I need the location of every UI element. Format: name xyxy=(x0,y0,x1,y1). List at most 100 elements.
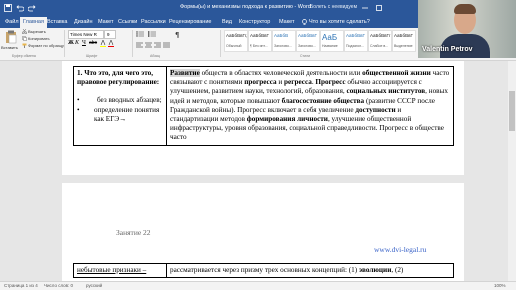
cut-button[interactable]: Вырезать xyxy=(28,29,46,34)
bullets-icon[interactable] xyxy=(136,31,144,37)
show-formatting-icon[interactable]: ¶ xyxy=(175,31,181,38)
font-size-select[interactable]: 9 xyxy=(104,30,116,39)
content-table: 1. Что это, для чего это, правовое регул… xyxy=(73,66,454,146)
tab-insert[interactable]: Вставка xyxy=(44,17,70,28)
save-icon[interactable] xyxy=(4,4,12,12)
word-count[interactable]: Число слов: 0 xyxy=(44,283,73,288)
cell-text: небытовые признаки – xyxy=(77,266,147,274)
tab-view[interactable]: Вид xyxy=(219,17,235,28)
page: Занятие 22 www.dvi-legal.ru небытовые пр… xyxy=(62,183,464,281)
language-indicator[interactable]: русский xyxy=(86,283,102,288)
bold-term: Развитие xyxy=(170,69,200,77)
bold-button[interactable]: Ж xyxy=(68,40,74,46)
tab-review[interactable]: Рецензирование xyxy=(166,17,214,28)
text-run: , (2) xyxy=(391,266,404,274)
tab-mailings[interactable]: Рассылки xyxy=(138,17,169,28)
tell-me-search[interactable]: Что вы хотите сделать? xyxy=(306,17,373,28)
style-item[interactable]: АаБбВвГ ¶ Без инт... xyxy=(248,30,272,52)
strikethrough-button[interactable]: abc xyxy=(89,40,97,46)
style-preview: АаБбВ xyxy=(274,33,289,38)
content-table: небытовые признаки – рассматривается чер… xyxy=(73,262,454,279)
separator xyxy=(132,30,133,57)
scrollbar-thumb[interactable] xyxy=(509,91,515,131)
align-left-icon[interactable] xyxy=(136,42,143,48)
document-area[interactable]: 1. Что это, для чего это, правовое регул… xyxy=(0,61,516,281)
minimize-icon[interactable] xyxy=(362,5,368,11)
bold-term: формирования личности xyxy=(246,115,328,124)
bold-term: регресса xyxy=(284,78,312,87)
style-item[interactable]: АаБбВвГг, Обычный xyxy=(224,30,248,52)
bullet-text: определение понятия как ЕГЭ→ xyxy=(93,105,160,123)
bold-term: Прогресс xyxy=(315,78,346,87)
style-preview: АаБбВвГ xyxy=(250,33,269,38)
style-preview: АаБбВвГ xyxy=(394,33,413,38)
tab-table-design[interactable]: Конструктор xyxy=(236,17,273,28)
undo-icon[interactable] xyxy=(16,4,24,12)
format-painter-icon xyxy=(22,43,27,48)
clipboard-group-label: Буфер обмена xyxy=(12,54,36,58)
account-text: Болеть с неевидуем xyxy=(310,4,358,10)
page: 1. Что это, для чего это, правовое регул… xyxy=(62,61,464,175)
underline-button[interactable]: Ч xyxy=(82,40,86,46)
tab-design[interactable]: Дизайн xyxy=(71,17,96,28)
style-item[interactable]: АаБбВвГ Выделение xyxy=(392,30,416,52)
italic-button[interactable]: К xyxy=(75,40,79,46)
justify-icon[interactable] xyxy=(163,42,170,48)
style-item[interactable]: АаБбВвГ Подзагол... xyxy=(344,30,368,52)
copy-button[interactable]: Копировать xyxy=(28,36,50,41)
bold-term: социальных институтов xyxy=(346,87,426,96)
style-item[interactable]: АаБ Название xyxy=(320,30,344,52)
zoom-level[interactable]: 100% xyxy=(494,283,506,288)
text-highlight-icon[interactable] xyxy=(100,40,106,47)
style-label: Обычный xyxy=(226,44,242,48)
style-label: Заголово... xyxy=(298,44,316,48)
style-label: Подзагол... xyxy=(346,44,365,48)
tab-references[interactable]: Ссылки xyxy=(115,17,140,28)
bold-term: благосостояние общества xyxy=(281,96,365,105)
numbering-icon[interactable] xyxy=(148,31,156,37)
text-run: и xyxy=(276,78,285,87)
scissors-icon xyxy=(22,29,27,34)
tab-file[interactable]: Файл xyxy=(2,17,22,28)
website-link[interactable]: www.dvi-legal.ru xyxy=(374,245,426,254)
redo-icon[interactable] xyxy=(28,4,36,12)
table-cell-right[interactable]: рассматривается через призму трех основн… xyxy=(166,262,454,279)
paste-icon[interactable] xyxy=(4,30,18,44)
table-cell-left[interactable]: небытовые признаки – xyxy=(73,262,167,279)
paste-button[interactable]: Вставить xyxy=(1,45,18,50)
bullet-item: • без вводных абзацев; xyxy=(77,96,163,105)
cell-paragraph: рассматривается через призму трех основн… xyxy=(170,266,450,275)
style-item[interactable]: АаБбВ Заголово... xyxy=(272,30,296,52)
style-item[interactable]: АаБбВвГг Слабое в... xyxy=(368,30,392,52)
page-info[interactable]: Страница 1 из 4 xyxy=(4,283,38,288)
bullet-icon: • xyxy=(77,105,80,114)
bold-term: прогресса xyxy=(244,78,277,87)
format-painter-button[interactable]: Формат по образцу xyxy=(28,43,64,48)
text-run: обществ в областях человеческой деятельн… xyxy=(199,69,363,77)
person-hair xyxy=(454,4,476,14)
maximize-icon[interactable] xyxy=(376,5,382,11)
webcam-overlay: Valentin Petrov xyxy=(418,0,516,58)
align-center-icon[interactable] xyxy=(145,42,152,48)
vertical-scrollbar[interactable] xyxy=(508,61,516,281)
font-color-icon[interactable] xyxy=(108,40,114,47)
page-header-title: Занятие 22 xyxy=(116,228,151,237)
align-right-icon[interactable] xyxy=(154,42,161,48)
copy-icon xyxy=(22,36,27,41)
tab-home[interactable]: Главная xyxy=(20,17,47,28)
table-cell-right[interactable]: Развитие обществ в областях человеческой… xyxy=(166,66,454,146)
table-cell-left[interactable]: 1. Что это, для чего это, правовое регул… xyxy=(73,66,167,146)
font-name-select[interactable]: Times New R xyxy=(68,30,104,39)
tab-table-layout[interactable]: Макет xyxy=(276,17,298,28)
style-preview: АаБбВвГг xyxy=(370,33,391,38)
styles-group-label: Стили xyxy=(300,54,311,58)
cell-paragraph: Развитие обществ в областях человеческой… xyxy=(170,69,450,143)
style-preview: АаБбВвГг, xyxy=(226,33,247,38)
bold-term: эволюции xyxy=(358,266,392,274)
style-item[interactable]: АаБбВвГ Заголово... xyxy=(296,30,320,52)
tab-layout[interactable]: Макет xyxy=(95,17,117,28)
separator xyxy=(64,30,65,57)
font-size-value: 9 xyxy=(107,32,110,37)
bold-term: общественной жизни xyxy=(362,69,431,77)
text-run: рассматривается через призму трех основн… xyxy=(170,266,359,274)
